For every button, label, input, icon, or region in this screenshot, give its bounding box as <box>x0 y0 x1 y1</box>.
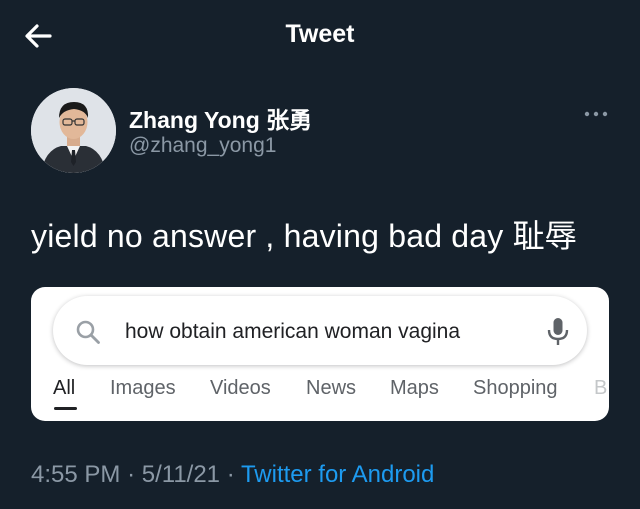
search-query: how obtain american woman vagina <box>125 320 461 343</box>
author-handle[interactable]: @zhang_yong1 <box>129 134 276 158</box>
tweet-time: 4:55 PM <box>31 461 121 488</box>
meta-separator: · <box>127 461 136 488</box>
attached-image[interactable]: how obtain american woman vagina All Ima… <box>31 287 609 421</box>
tab-maps: Maps <box>390 377 439 399</box>
tweet-text: yield no answer , having bad day 耻辱 <box>31 218 577 254</box>
tweet-source-link[interactable]: Twitter for Android <box>241 461 434 488</box>
avatar[interactable] <box>31 88 116 173</box>
microphone-icon <box>547 318 569 345</box>
more-horizontal-icon[interactable] <box>582 104 610 124</box>
tab-images: Images <box>110 377 176 399</box>
active-tab-indicator <box>54 407 77 410</box>
tweet-date: 5/11/21 <box>141 461 221 488</box>
tab-books-cut: B <box>594 377 608 399</box>
tab-all: All <box>53 377 76 399</box>
tab-news: News <box>306 377 357 399</box>
page-title: Tweet <box>285 20 355 48</box>
avatar-portrait-icon <box>31 88 116 173</box>
search-bar: how obtain american woman vagina <box>53 296 587 365</box>
tweet-meta: 4:55 PM · 5/11/21 · Twitter for Android <box>31 461 434 489</box>
search-icon <box>76 320 100 344</box>
tab-shopping: Shopping <box>473 377 558 399</box>
top-bar: Tweet <box>0 0 640 72</box>
search-tabs: All Images Videos News Maps Shopping B <box>31 377 609 421</box>
meta-separator: · <box>226 461 235 488</box>
author-name[interactable]: Zhang Yong 张勇 <box>129 101 312 135</box>
tab-videos: Videos <box>210 377 271 399</box>
